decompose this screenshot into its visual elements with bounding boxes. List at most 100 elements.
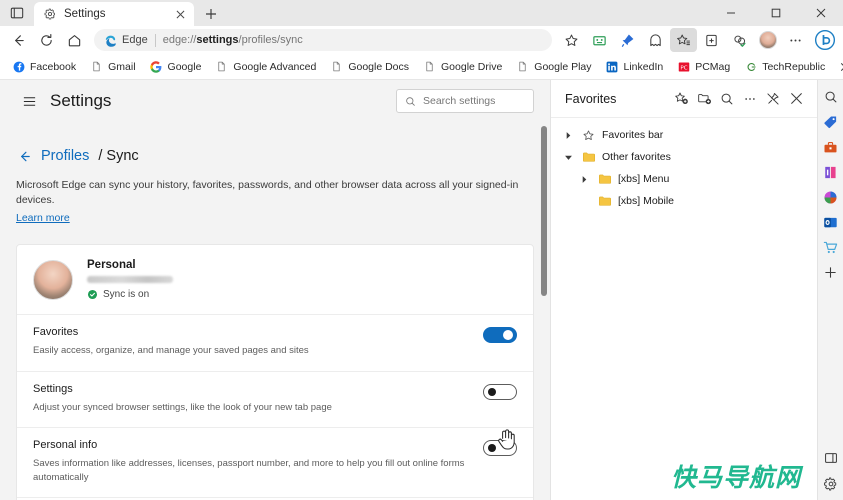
sync-status-label: Sync is on: [103, 289, 150, 301]
settings-scroll-area: Profiles / Sync Microsoft Edge can sync …: [0, 122, 550, 500]
more-options-icon[interactable]: [739, 88, 761, 110]
favorites-bar: Facebook Gmail Google Google Advanced Go…: [0, 54, 843, 80]
tree-item-favorites-bar[interactable]: Favorites bar: [551, 124, 817, 146]
favorite-label: Google Advanced: [233, 60, 317, 73]
back-arrow-icon[interactable]: [5, 28, 32, 52]
profile-avatar[interactable]: [754, 28, 781, 52]
sidebar-toggle-icon[interactable]: [820, 447, 842, 469]
edge-browser-window: Settings Edge edge://settings/profiles/s…: [0, 0, 843, 500]
gear-icon: [43, 7, 57, 21]
office-icon[interactable]: [820, 186, 842, 208]
check-circle-icon: [87, 290, 98, 300]
edge-sidebar-rail: [817, 80, 843, 500]
settings-scrollbar[interactable]: [540, 122, 548, 500]
edge-brand-label: Edge: [122, 34, 148, 46]
tree-item-xbs-mobile[interactable]: [xbs] Mobile: [551, 190, 817, 212]
page-icon: [516, 60, 529, 73]
window-controls: [708, 0, 843, 26]
favorite-google[interactable]: Google: [144, 58, 208, 75]
techrepublic-icon: [744, 60, 757, 73]
address-bar[interactable]: Edge edge://settings/profiles/sync: [94, 29, 552, 51]
copilot-icon[interactable]: [812, 27, 838, 53]
chevron-right-icon[interactable]: [577, 172, 591, 186]
unpin-icon[interactable]: [762, 88, 784, 110]
tree-item-other-favorites[interactable]: Other favorites: [551, 146, 817, 168]
chevron-down-icon[interactable]: [561, 150, 575, 164]
sync-row-favorites: Favorites Easily access, organize, and m…: [17, 314, 533, 370]
browser-essentials-icon[interactable]: [726, 28, 753, 52]
scrollbar-thumb[interactable]: [541, 126, 547, 297]
close-icon[interactable]: [172, 6, 188, 22]
ghost-extension-icon[interactable]: [642, 28, 669, 52]
maximize-button[interactable]: [753, 0, 798, 26]
add-folder-icon[interactable]: [693, 88, 715, 110]
favorites-star-icon[interactable]: [670, 28, 697, 52]
tab-search-icon[interactable]: [0, 0, 34, 26]
tree-item-label: [xbs] Menu: [618, 173, 670, 185]
profile-name: Personal: [87, 259, 136, 272]
more-options-icon[interactable]: [782, 28, 809, 52]
close-icon[interactable]: [785, 88, 807, 110]
close-button[interactable]: [798, 0, 843, 26]
add-favorite-icon[interactable]: [670, 88, 692, 110]
profile-photo: [33, 259, 73, 300]
favorite-linkedin[interactable]: LinkedIn: [600, 58, 670, 75]
tree-item-label: Other favorites: [602, 151, 671, 163]
favorite-google-drive[interactable]: Google Drive: [417, 58, 508, 75]
tree-item-xbs-menu[interactable]: [xbs] Menu: [551, 168, 817, 190]
favorite-google-docs[interactable]: Google Docs: [324, 58, 415, 75]
favorite-label: Facebook: [30, 60, 77, 73]
chevron-right-icon[interactable]: [561, 128, 575, 142]
search-settings-input[interactable]: Search settings: [396, 89, 534, 113]
cart-icon[interactable]: [820, 236, 842, 258]
settings-gear-icon[interactable]: [820, 473, 842, 495]
page-icon: [215, 60, 228, 73]
add-icon[interactable]: [820, 261, 842, 283]
pin-extension-icon[interactable]: [614, 28, 641, 52]
favorites-tree: Favorites bar Other favorites [xbs] Menu…: [551, 118, 817, 212]
favorite-google-play[interactable]: Google Play: [510, 58, 597, 75]
navigation-toolbar: Edge edge://settings/profiles/sync: [0, 26, 843, 54]
favorite-label: LinkedIn: [623, 60, 664, 73]
linkedin-icon: [606, 60, 619, 73]
favorites-sync-toggle[interactable]: [483, 327, 517, 344]
collections-icon[interactable]: [698, 28, 725, 52]
tools-icon[interactable]: [820, 136, 842, 158]
extension-icon[interactable]: [586, 28, 613, 52]
facebook-icon: [12, 60, 25, 73]
settings-header: Settings Search settings: [0, 80, 550, 122]
learn-more-link[interactable]: Learn more: [16, 212, 70, 224]
refresh-icon[interactable]: [33, 28, 60, 52]
favorite-gmail[interactable]: Gmail: [84, 58, 141, 75]
shopping-tag-icon[interactable]: [820, 111, 842, 133]
outlook-icon[interactable]: [820, 211, 842, 233]
favorite-facebook[interactable]: Facebook: [6, 58, 82, 75]
settings-sync-toggle[interactable]: [483, 383, 517, 400]
search-icon[interactable]: [820, 86, 842, 108]
personal-info-sync-toggle[interactable]: [483, 439, 517, 456]
home-icon[interactable]: [61, 28, 88, 52]
games-icon[interactable]: [820, 161, 842, 183]
favorite-label: TechRepublic: [762, 60, 826, 73]
folder-icon: [581, 150, 596, 165]
favorite-label: Google Drive: [441, 60, 503, 73]
hamburger-menu-icon[interactable]: [16, 88, 42, 114]
minimize-button[interactable]: [708, 0, 753, 26]
settings-page: Settings Search settings Profiles / Sync…: [0, 80, 550, 500]
new-tab-button[interactable]: [198, 2, 224, 26]
profile-summary: Personal Sync is on: [17, 245, 533, 314]
search-icon[interactable]: [716, 88, 738, 110]
favorite-techrepublic[interactable]: TechRepublic: [738, 58, 831, 75]
browser-tab-settings[interactable]: Settings: [34, 2, 194, 26]
profile-email-masked: [87, 276, 173, 284]
chevron-right-icon[interactable]: [833, 57, 843, 77]
omnibox-divider: [154, 33, 156, 47]
tree-item-label: [xbs] Mobile: [618, 195, 675, 207]
favorite-google-advanced[interactable]: Google Advanced: [209, 58, 322, 75]
favorite-pcmag[interactable]: PC PCMag: [671, 58, 736, 75]
star-icon[interactable]: [558, 28, 585, 52]
tree-item-label: Favorites bar: [602, 129, 664, 141]
back-arrow-icon[interactable]: [16, 148, 32, 164]
breadcrumb-profiles-link[interactable]: Profiles: [41, 148, 89, 164]
